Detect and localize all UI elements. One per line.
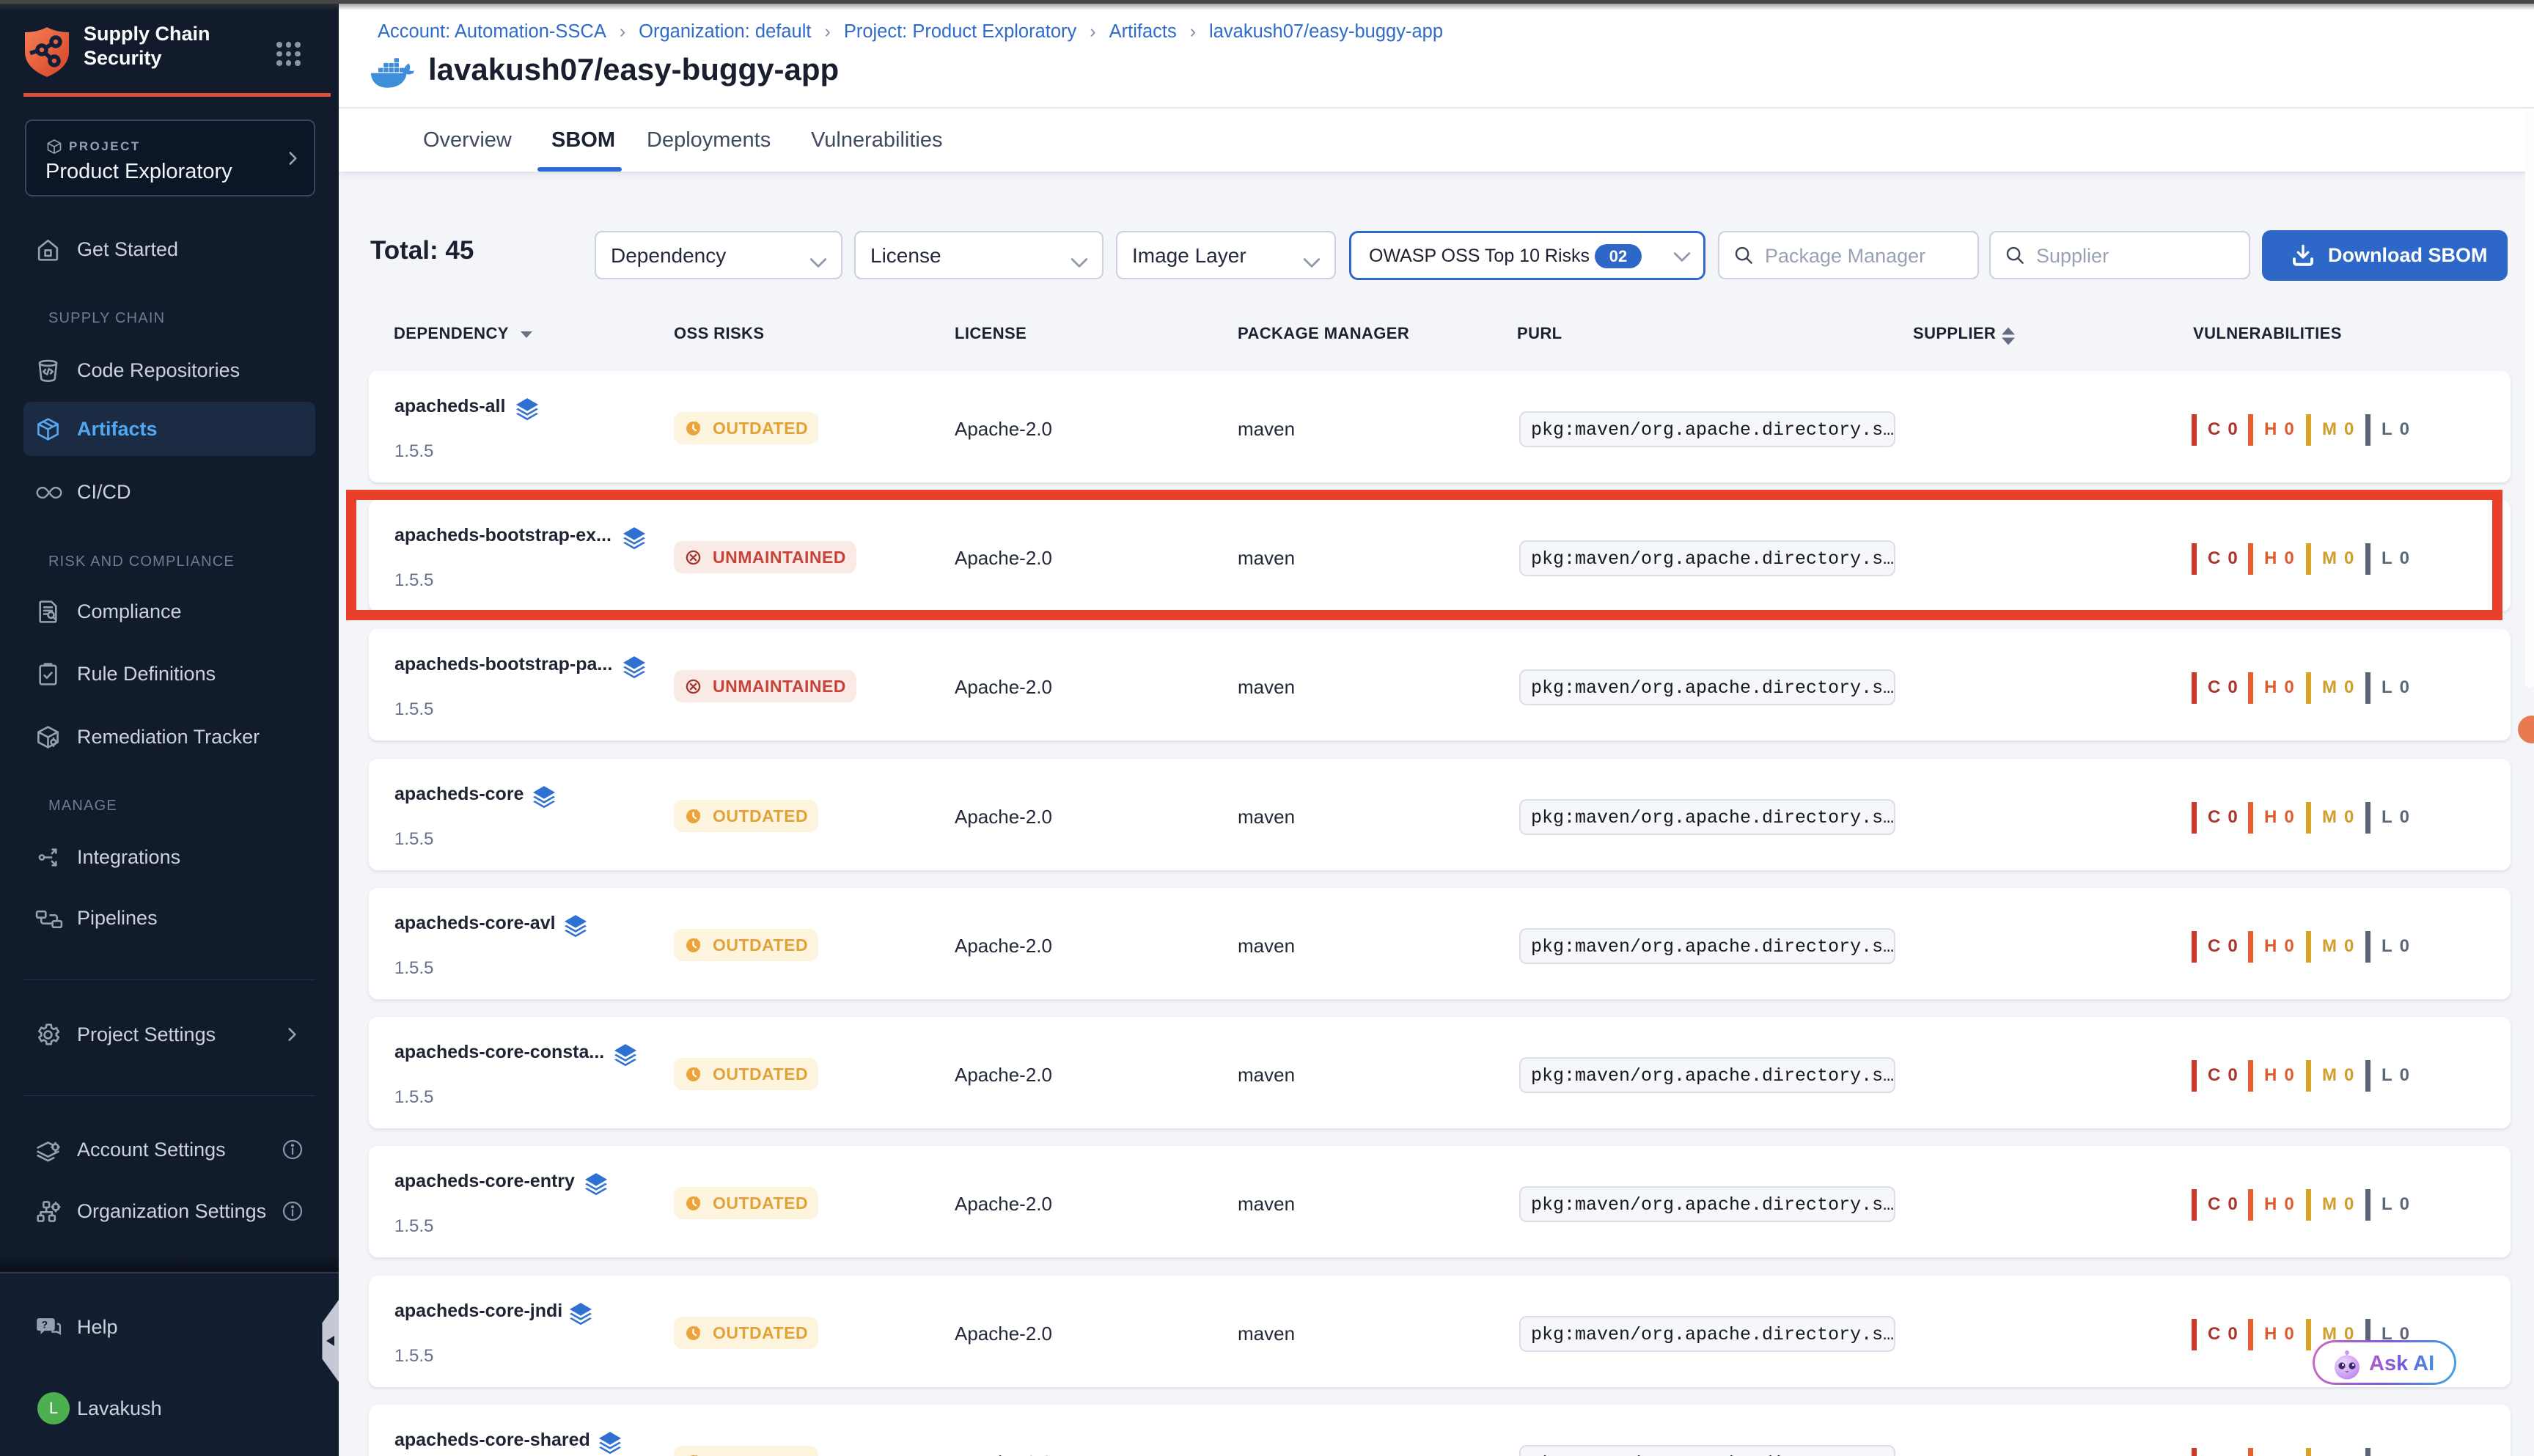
svg-text:?: ? — [42, 1319, 48, 1331]
